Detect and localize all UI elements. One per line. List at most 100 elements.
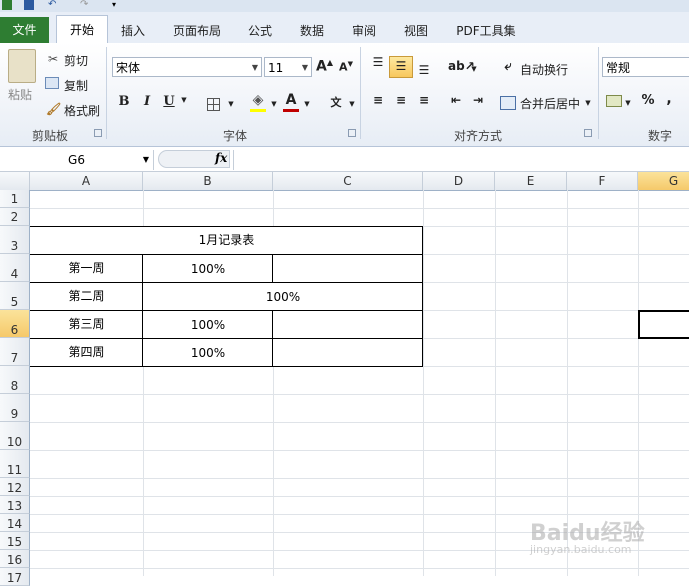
- tab-formulas[interactable]: 公式: [238, 20, 282, 42]
- name-box[interactable]: G6 ▼: [0, 150, 154, 170]
- week-label[interactable]: 第三周: [30, 310, 143, 338]
- paste-icon[interactable]: [8, 49, 36, 83]
- gridline: [423, 190, 424, 576]
- copy-button[interactable]: 复制: [64, 77, 88, 94]
- gridline: [30, 478, 689, 479]
- row-header[interactable]: 13: [0, 496, 30, 514]
- column-header-e[interactable]: E: [495, 172, 567, 190]
- phonetic-guide-icon[interactable]: 文: [326, 94, 346, 110]
- table-title[interactable]: 1月记录表: [30, 226, 423, 254]
- tab-pdf-tools[interactable]: PDF工具集: [448, 20, 524, 42]
- merge-center-button[interactable]: 合并后居中: [520, 95, 580, 112]
- week-value[interactable]: 100%: [143, 282, 423, 310]
- week-value[interactable]: 100%: [143, 254, 273, 282]
- font-size-select[interactable]: 11 ▼: [264, 57, 312, 77]
- row-header[interactable]: 8: [0, 366, 30, 394]
- undo-icon[interactable]: ↶: [48, 0, 62, 10]
- row-header[interactable]: 17: [0, 568, 30, 586]
- row-header[interactable]: 10: [0, 422, 30, 450]
- comma-button[interactable]: ,: [664, 91, 674, 107]
- clipboard-launcher-icon[interactable]: [94, 129, 102, 137]
- align-middle-button[interactable]: ☰: [389, 56, 413, 78]
- chevron-down-icon[interactable]: ▼: [180, 96, 188, 104]
- chevron-down-icon[interactable]: ▼: [348, 100, 356, 108]
- align-bottom-icon[interactable]: ☰: [416, 63, 432, 77]
- chevron-down-icon[interactable]: ▼: [303, 100, 311, 108]
- format-painter-button[interactable]: 格式刷: [64, 102, 100, 119]
- decrease-indent-icon[interactable]: ⇤: [448, 93, 464, 107]
- grow-font-icon[interactable]: A▲: [316, 58, 333, 75]
- column-header-b[interactable]: B: [143, 172, 273, 190]
- accounting-format-icon[interactable]: [606, 95, 622, 107]
- tab-data[interactable]: 数据: [290, 20, 334, 42]
- column-header-c[interactable]: C: [273, 172, 423, 190]
- chevron-down-icon[interactable]: ▼: [624, 99, 632, 107]
- row-header[interactable]: 1: [0, 190, 30, 208]
- align-left-icon[interactable]: ≡: [370, 93, 386, 107]
- chevron-down-icon[interactable]: ▼: [252, 58, 258, 78]
- number-format-select[interactable]: 常规: [602, 57, 689, 77]
- column-header-a[interactable]: A: [30, 172, 143, 190]
- tab-view[interactable]: 视图: [394, 20, 438, 42]
- row-header[interactable]: 15: [0, 532, 30, 550]
- alignment-launcher-icon[interactable]: [584, 129, 592, 137]
- formula-input[interactable]: [233, 150, 689, 170]
- redo-icon[interactable]: ↷: [80, 0, 94, 10]
- column-header-f[interactable]: F: [567, 172, 638, 190]
- table-border: [30, 338, 423, 339]
- week-value[interactable]: 100%: [143, 338, 273, 366]
- align-right-icon[interactable]: ≡: [416, 93, 432, 107]
- active-cell-g6[interactable]: [638, 310, 689, 339]
- paste-button[interactable]: 粘贴: [8, 86, 32, 103]
- tab-review[interactable]: 审阅: [342, 20, 386, 42]
- font-name-select[interactable]: 宋体 ▼: [112, 57, 262, 77]
- wrap-text-button[interactable]: 自动换行: [520, 61, 568, 78]
- font-launcher-icon[interactable]: [348, 129, 356, 137]
- percent-button[interactable]: %: [640, 93, 656, 108]
- tab-home[interactable]: 开始: [56, 15, 108, 45]
- week-label[interactable]: 第四周: [30, 338, 143, 366]
- chevron-down-icon[interactable]: ▼: [584, 99, 592, 107]
- week-label[interactable]: 第一周: [30, 254, 143, 282]
- week-label[interactable]: 第二周: [30, 282, 143, 310]
- cut-button[interactable]: 剪切: [64, 52, 88, 69]
- underline-button[interactable]: U: [162, 94, 176, 109]
- row-header[interactable]: 11: [0, 450, 30, 478]
- chevron-down-icon[interactable]: ▼: [143, 150, 149, 170]
- week-value[interactable]: 100%: [143, 310, 273, 338]
- align-center-icon[interactable]: ≡: [393, 93, 409, 107]
- row-header[interactable]: 9: [0, 394, 30, 422]
- tab-page-layout[interactable]: 页面布局: [165, 20, 229, 42]
- chevron-down-icon[interactable]: ▼: [302, 58, 308, 78]
- row-header[interactable]: 5: [0, 282, 30, 310]
- shrink-font-icon[interactable]: A▼: [338, 60, 354, 74]
- italic-button[interactable]: I: [140, 94, 154, 109]
- fill-color-icon[interactable]: ◈: [250, 92, 266, 108]
- quick-access-toolbar: ↶ ↷ ▾: [0, 0, 689, 12]
- bold-button[interactable]: B: [117, 94, 131, 109]
- column-header-d[interactable]: D: [423, 172, 495, 190]
- tab-file[interactable]: 文件: [0, 17, 49, 43]
- font-color-icon[interactable]: A: [284, 92, 298, 108]
- row-header[interactable]: 3: [0, 226, 30, 254]
- increase-indent-icon[interactable]: ⇥: [470, 93, 486, 107]
- customize-qat-icon[interactable]: ▾: [112, 0, 122, 10]
- select-all-corner[interactable]: [0, 172, 30, 190]
- chevron-down-icon[interactable]: ▼: [227, 100, 235, 108]
- save-icon[interactable]: [24, 0, 34, 10]
- align-top-icon[interactable]: ☰: [370, 56, 386, 68]
- row-header[interactable]: 7: [0, 338, 30, 366]
- orientation-icon[interactable]: ab↗: [448, 59, 475, 73]
- borders-icon[interactable]: [207, 98, 220, 111]
- row-header[interactable]: 2: [0, 208, 30, 226]
- insert-function-icon[interactable]: fx: [215, 151, 227, 165]
- row-header[interactable]: 12: [0, 478, 30, 496]
- row-header[interactable]: 4: [0, 254, 30, 282]
- row-header[interactable]: 6: [0, 310, 30, 338]
- tab-insert[interactable]: 插入: [111, 20, 155, 42]
- column-header-g[interactable]: G: [638, 172, 689, 190]
- chevron-down-icon[interactable]: ▼: [270, 100, 278, 108]
- chevron-down-icon[interactable]: ▼: [470, 65, 478, 73]
- row-header[interactable]: 14: [0, 514, 30, 532]
- row-header[interactable]: 16: [0, 550, 30, 568]
